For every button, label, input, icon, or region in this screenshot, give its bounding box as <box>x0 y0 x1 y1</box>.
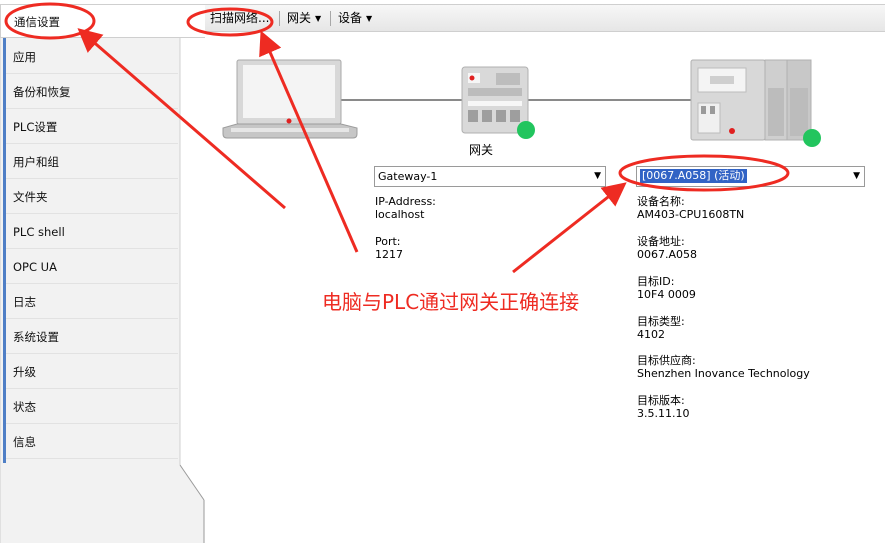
sidebar-item-log[interactable]: 日志 <box>6 285 178 319</box>
sidebar-item-users-groups[interactable]: 用户和组 <box>6 145 178 179</box>
connection-line <box>528 99 694 101</box>
port-value: 1217 <box>375 248 403 261</box>
annotation-arrow <box>512 182 627 274</box>
device-menu-button[interactable]: 设备 ▼ <box>338 5 372 31</box>
toolbar-separator <box>330 11 331 26</box>
sidebar-item-plc-settings[interactable]: PLC设置 <box>6 110 178 144</box>
sidebar-item-backup-restore[interactable]: 备份和恢复 <box>6 75 178 109</box>
target-type-value: 4102 <box>637 328 665 341</box>
gateway-label: 网关 <box>469 143 494 157</box>
sidebar-item-status[interactable]: 状态 <box>6 390 178 424</box>
device-name-label: 设备名称: <box>637 195 685 208</box>
device-address-value: 0067.A058 <box>637 248 698 261</box>
device-address-info: 设备地址: 0067.A058 <box>637 235 697 261</box>
sidebar-item-info[interactable]: 信息 <box>6 425 178 459</box>
sidebar-item-opc-ua[interactable]: OPC UA <box>6 250 178 284</box>
computer-icon <box>222 59 358 139</box>
device-select[interactable]: [0067.A058] (活动) ▼ <box>636 166 865 187</box>
target-id-label: 目标ID: <box>637 275 675 288</box>
device-name-info: 设备名称: AM403-CPU1608TN <box>637 195 744 221</box>
scan-network-label: 扫描网络... <box>210 11 270 25</box>
plc-status-indicator <box>803 129 821 147</box>
target-version-info: 目标版本: 3.5.11.10 <box>637 394 689 420</box>
gateway-icon <box>461 66 535 139</box>
gateway-menu-button[interactable]: 网关 ▼ <box>287 5 321 31</box>
target-id-info: 目标ID: 10F4 0009 <box>637 275 696 301</box>
toolbar: 扫描网络... 网关 ▼ 设备 ▼ <box>205 4 885 32</box>
port-label: Port: <box>375 235 401 248</box>
annotation-text: 电脑与PLC通过网关正确连接 <box>322 290 580 314</box>
sidebar-item-plc-shell[interactable]: PLC shell <box>6 215 178 249</box>
target-vendor-value: Shenzhen Inovance Technology <box>637 367 810 380</box>
sidebar-item-folders[interactable]: 文件夹 <box>6 180 178 214</box>
target-vendor-label: 目标供应商: <box>637 354 696 367</box>
sidebar-item-upgrade[interactable]: 升级 <box>6 355 178 389</box>
ip-address-label: IP-Address: <box>375 195 436 208</box>
gateway-menu-label: 网关 <box>287 11 312 25</box>
target-version-label: 目标版本: <box>637 394 685 407</box>
scan-network-button[interactable]: 扫描网络... <box>210 5 269 31</box>
target-version-value: 3.5.11.10 <box>637 407 690 420</box>
gateway-status-indicator <box>517 121 535 139</box>
chevron-down-icon: ▼ <box>853 171 860 181</box>
target-id-value: 10F4 0009 <box>637 288 696 301</box>
plc-device-icon <box>690 59 821 147</box>
toolbar-separator <box>279 11 280 26</box>
ip-address-value: localhost <box>375 208 425 221</box>
sidebar: 通信设置 应用 备份和恢复 PLC设置 用户和组 文件夹 PLC shell O… <box>0 0 205 543</box>
target-type-label: 目标类型: <box>637 315 685 328</box>
sidebar-item-system-settings[interactable]: 系统设置 <box>6 320 178 354</box>
gateway-select-value: Gateway-1 <box>378 170 438 183</box>
gateway-info: IP-Address: localhost <box>375 195 436 221</box>
chevron-down-icon: ▼ <box>366 14 373 23</box>
gateway-port-info: Port: 1217 <box>375 235 403 261</box>
gateway-select[interactable]: Gateway-1 ▼ <box>374 166 606 187</box>
sidebar-item-application[interactable]: 应用 <box>6 40 178 74</box>
device-address-label: 设备地址: <box>637 235 685 248</box>
target-type-info: 目标类型: 4102 <box>637 315 685 341</box>
chevron-down-icon: ▼ <box>594 171 601 181</box>
device-select-value: [0067.A058] (活动) <box>640 169 747 183</box>
device-name-value: AM403-CPU1608TN <box>637 208 745 221</box>
chevron-down-icon: ▼ <box>315 14 322 23</box>
sidebar-item-communication-settings[interactable]: 通信设置 <box>0 4 205 38</box>
target-vendor-info: 目标供应商: Shenzhen Inovance Technology <box>637 354 810 380</box>
device-menu-label: 设备 <box>338 11 363 25</box>
